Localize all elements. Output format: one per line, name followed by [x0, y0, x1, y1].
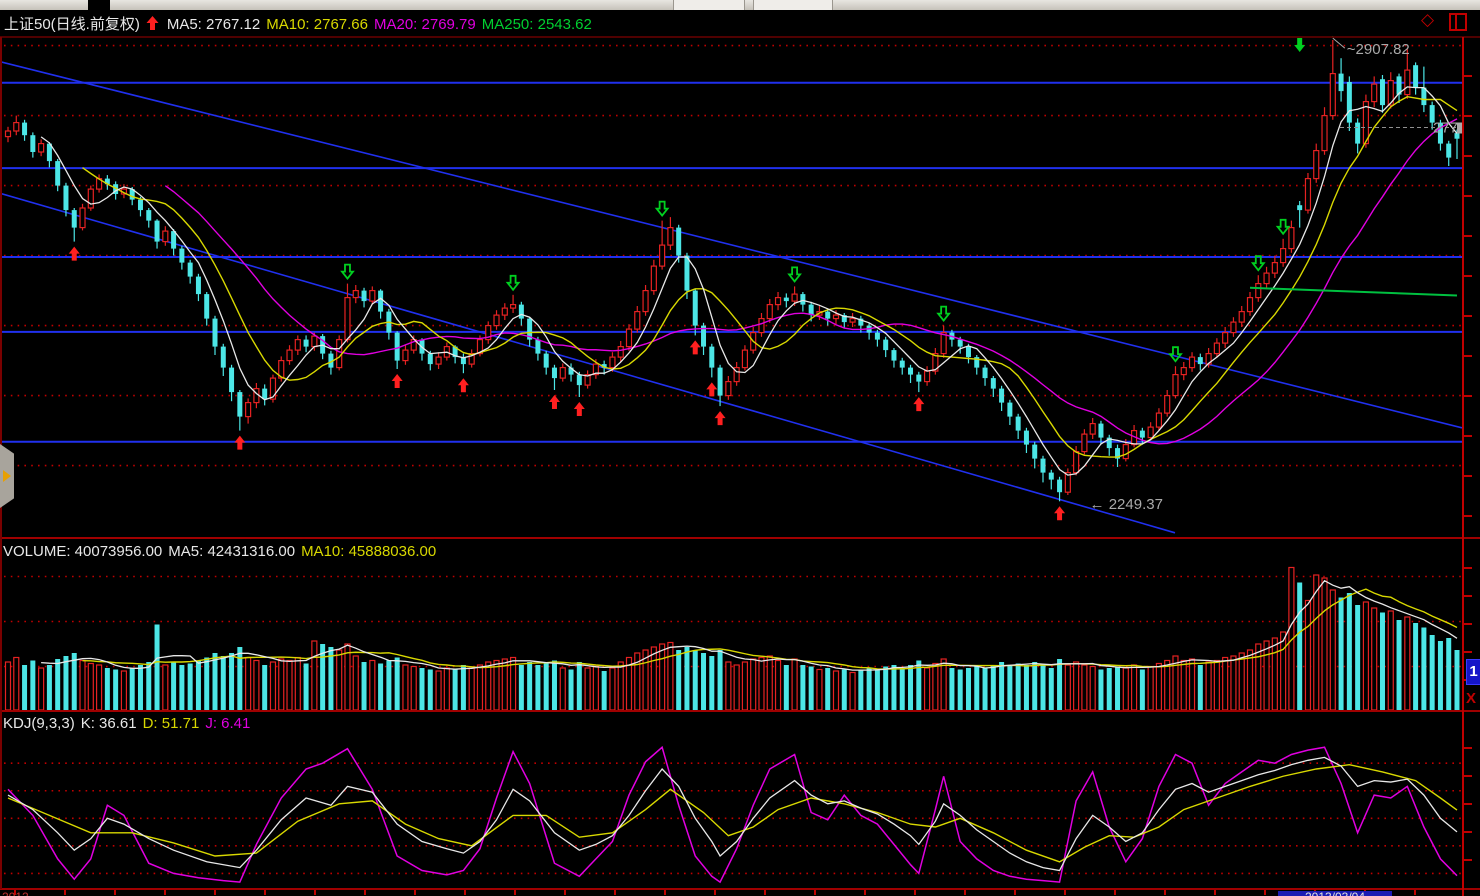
volume-chart-panel[interactable]	[0, 562, 1462, 710]
sell-arrow-icon	[789, 267, 800, 281]
kdj-d-line	[8, 765, 1457, 862]
kdj-j-readout: J: 6.41	[205, 715, 250, 732]
low-price-label: ← 2249.37	[1090, 496, 1163, 513]
timeline-selected-date[interactable]: 2013/03/04	[1278, 891, 1392, 896]
kdj-d-readout: D: 51.71	[143, 715, 200, 732]
volume-ma10-readout: MA10: 45888036.00	[301, 543, 436, 560]
kdj-chart-panel[interactable]	[0, 736, 1462, 888]
volume-moving-averages	[41, 581, 1457, 670]
ma10-readout: MA10: 2767.66	[266, 16, 368, 33]
volume-header: VOLUME: 40073956.00 MA5: 42431316.00 MA10:…	[3, 543, 442, 560]
sell-arrow-icon	[938, 307, 949, 321]
buy-arrow-icon	[458, 378, 469, 392]
diamond-icon[interactable]: ◇	[1421, 11, 1434, 28]
split-window-icon-bar	[1455, 15, 1457, 29]
moving-averages	[41, 87, 1457, 475]
ma5-readout: MA5: 2767.12	[167, 16, 260, 33]
indicator-close-button[interactable]: X	[1466, 690, 1476, 707]
axis-ticks	[1463, 76, 1472, 860]
buy-arrow-icon	[69, 247, 80, 261]
sell-arrow-icon	[342, 265, 353, 279]
sell-solid-arrow-icon	[1294, 38, 1305, 52]
buy-arrow-icon	[392, 374, 403, 388]
kdj-indicator-name: KDJ(9,3,3)	[3, 715, 75, 732]
sidebar-collapse-handle[interactable]	[0, 444, 14, 508]
kdj-lines	[8, 747, 1457, 882]
candles-layer[interactable]	[6, 40, 1460, 501]
kdj-j-line	[8, 747, 1457, 882]
volume-ma5-readout: MA5: 42431316.00	[168, 543, 295, 560]
toolbar-button[interactable]	[673, 0, 745, 10]
kdj-k-line	[8, 757, 1457, 870]
buy-arrow-icon	[1054, 506, 1065, 520]
buy-arrow-icon	[715, 411, 726, 425]
volume-bars[interactable]	[6, 568, 1460, 711]
price-gridlines	[4, 46, 1462, 466]
kdj-header: KDJ(9,3,3) K: 36.61 D: 51.71 J: 6.41	[3, 715, 256, 732]
volume-scale-badge[interactable]: 1	[1466, 659, 1480, 685]
sell-arrow-icon	[1253, 256, 1264, 270]
toolbar-button[interactable]	[753, 0, 833, 10]
ma250-readout: MA250: 2543.62	[482, 16, 592, 33]
blue-trendlines	[0, 62, 1462, 533]
toolbar-notch	[88, 0, 110, 10]
kdj-k-readout: K: 36.61	[81, 715, 137, 732]
split-window-icon[interactable]	[1449, 13, 1467, 31]
trade-signal-arrows	[69, 36, 1339, 520]
sell-arrow-icon	[1170, 347, 1181, 361]
price-chart-panel[interactable]: ~2907.82 ← 2249.37 277	[0, 36, 1462, 538]
buy-arrow-icon	[234, 436, 245, 450]
page-title: 上证50(日线.前复权)	[4, 16, 140, 33]
chart-application: 上证50(日线.前复权) MA5: 2767.12 MA10: 2767.66 MA2…	[0, 0, 1480, 896]
timeline-ticks	[15, 890, 1415, 895]
expand-right-icon	[3, 470, 11, 482]
buy-arrow-icon	[574, 402, 585, 416]
main-chart-header: 上证50(日线.前复权) MA5: 2767.12 MA10: 2767.66 MA2…	[4, 13, 598, 34]
ma20-readout: MA20: 2769.79	[374, 16, 476, 33]
sell-arrow-icon	[1278, 220, 1289, 234]
timeline-start-date: 2012	[2, 891, 29, 896]
sell-arrow-icon	[657, 202, 668, 216]
signal-up-arrow-icon	[146, 16, 159, 33]
buy-arrow-icon	[549, 395, 560, 409]
volume-readout: VOLUME: 40073956.00	[3, 543, 162, 560]
buy-arrow-icon	[706, 382, 717, 396]
high-price-label: ~2907.82	[1347, 41, 1410, 58]
top-toolbar-strip	[0, 0, 1480, 10]
current-price-label: 277	[1433, 120, 1458, 137]
buy-arrow-icon	[690, 340, 701, 354]
buy-arrow-icon	[913, 397, 924, 411]
sell-arrow-icon	[508, 276, 519, 290]
